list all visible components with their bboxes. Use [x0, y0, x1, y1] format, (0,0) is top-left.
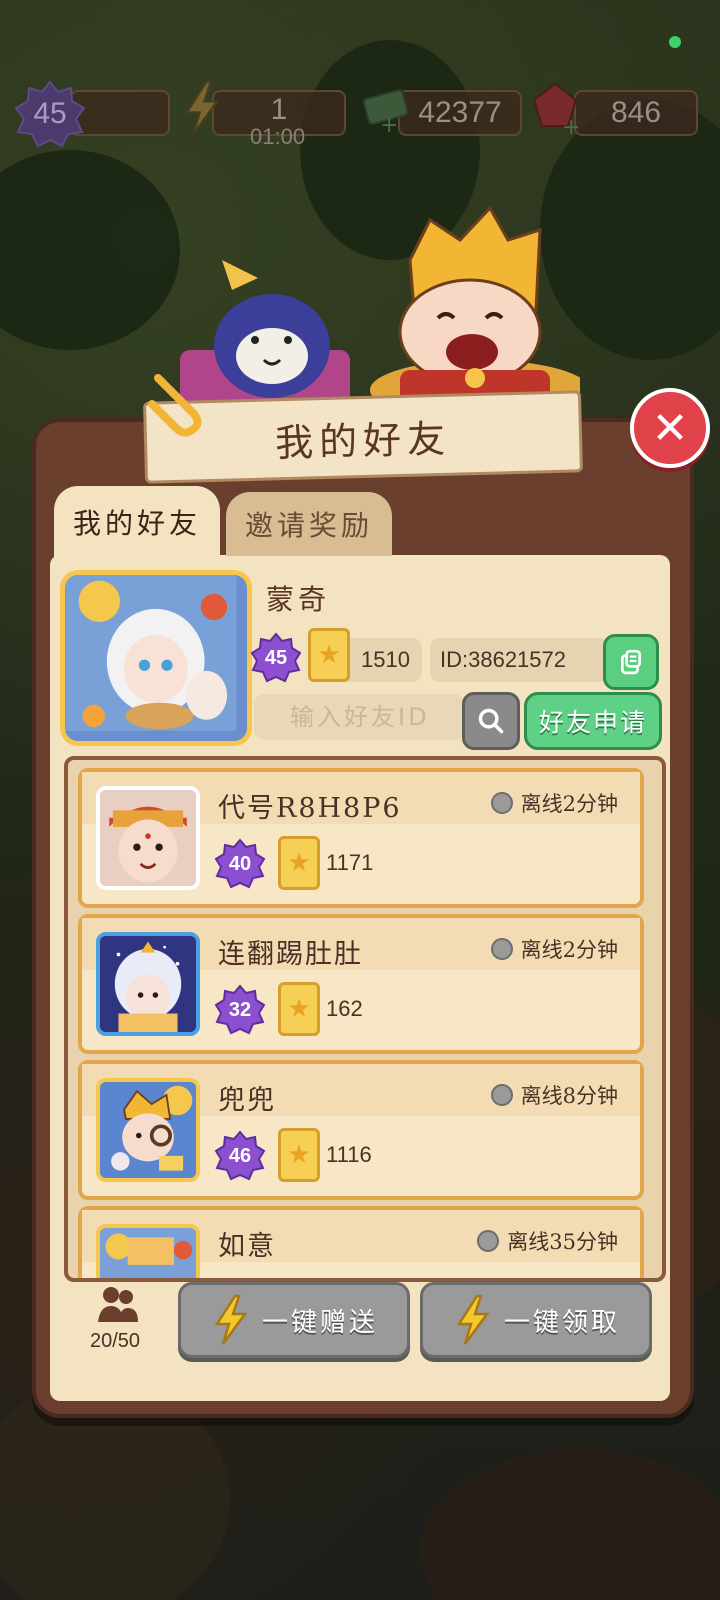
player-level-badge[interactable]: 45	[14, 78, 86, 150]
lightning-bolt-icon	[214, 1294, 248, 1345]
ruby-gem-icon: +	[528, 80, 582, 140]
energy-count: 1	[270, 93, 288, 126]
friend-avatar[interactable]	[96, 1078, 200, 1182]
claim-all-button[interactable]: 一键领取	[420, 1282, 652, 1358]
search-icon	[478, 708, 504, 734]
gem-amount: 846	[610, 96, 662, 129]
star-card-icon: ★	[278, 836, 320, 890]
self-score: 1510	[361, 647, 410, 672]
mid-autumn-avatar-illustration	[100, 1228, 196, 1278]
friend-status: 离线35分钟	[477, 1226, 618, 1256]
self-id-pill: ID:38621572	[430, 638, 608, 682]
friend-status: 离线2分钟	[490, 788, 618, 818]
claim-all-label: 一键领取	[503, 1307, 620, 1338]
friend-count: 20/50	[90, 1330, 141, 1352]
friend-score: 1116	[326, 1142, 372, 1167]
friend-status: 离线2分钟	[490, 934, 618, 964]
friend-list-item[interactable]: 如意 离线35分钟	[78, 1206, 644, 1278]
friend-name: 兜兜	[218, 1085, 276, 1116]
energy-timer: 01:00	[250, 124, 306, 149]
svg-text:+: +	[562, 115, 580, 134]
friends-people-icon	[96, 1284, 140, 1324]
gift-all-label: 一键赠送	[261, 1307, 378, 1338]
star-card-icon: ★	[278, 1128, 320, 1182]
friend-level-badge: 46	[214, 1130, 266, 1182]
gem-pill[interactable]: 846	[574, 90, 698, 136]
cash-amount: 42377	[418, 96, 502, 129]
friend-requests-button[interactable]: 好友申请	[524, 692, 662, 750]
night-princess-avatar-illustration	[100, 936, 196, 1032]
copy-icon	[620, 649, 642, 675]
friend-status-text: 离线2分钟	[520, 792, 618, 816]
friend-level: 32	[228, 998, 252, 1021]
online-indicator	[669, 36, 681, 48]
detective-avatar-illustration	[100, 1082, 196, 1178]
self-level: 45	[264, 646, 288, 669]
cash-icon: +	[362, 84, 412, 138]
friend-status-text: 离线35分钟	[507, 1230, 618, 1254]
friend-requests-label: 好友申请	[538, 708, 647, 737]
friend-status-text: 离线8分钟	[520, 1084, 618, 1108]
warrior-avatar-illustration	[100, 790, 196, 886]
gift-all-button[interactable]: 一键赠送	[178, 1282, 410, 1358]
friend-avatar[interactable]	[96, 786, 200, 890]
friend-level: 46	[228, 1144, 252, 1167]
mid-autumn-avatar-illustration	[65, 575, 237, 731]
offline-dot-icon	[490, 792, 513, 814]
cash-pill[interactable]: 42377	[398, 90, 522, 136]
friend-list-item[interactable]: 连翻踢肚肚 离线2分钟 32 ★ 162	[78, 914, 644, 1054]
energy-bolt-icon	[178, 80, 226, 136]
yellow-hat-boy-character-illustration	[340, 200, 590, 420]
friend-name: 如意	[218, 1231, 276, 1262]
star-card-icon: ★	[308, 628, 350, 682]
self-avatar[interactable]	[60, 570, 252, 746]
lightning-bolt-icon	[456, 1294, 490, 1345]
svg-text:+: +	[380, 113, 398, 134]
friend-score: 1171	[326, 850, 374, 875]
friend-status-text: 离线2分钟	[520, 938, 618, 962]
paperclip-icon	[144, 368, 204, 440]
tab-my-friends-label: 我的好友	[72, 507, 201, 540]
offline-dot-icon	[490, 1084, 513, 1106]
friend-level-badge: 32	[214, 984, 266, 1036]
friend-avatar[interactable]	[96, 1224, 200, 1278]
dialog-title-banner: 我的好友	[143, 390, 583, 484]
offline-dot-icon	[490, 938, 513, 960]
friend-name: 连翻踢肚肚	[218, 939, 363, 970]
friend-name: 代号R8H8P6	[218, 793, 402, 824]
friend-level: 40	[228, 852, 252, 875]
player-level: 45	[33, 97, 67, 130]
copy-id-button[interactable]	[603, 634, 659, 690]
dialog-title: 我的好友	[274, 416, 452, 465]
close-button[interactable]: ✕	[630, 388, 710, 468]
search-button[interactable]	[462, 692, 520, 750]
friend-list-item[interactable]: 兜兜 离线8分钟 46 ★ 1116	[78, 1060, 644, 1200]
friend-id-search-input[interactable]	[254, 694, 464, 740]
star-card-icon: ★	[278, 982, 320, 1036]
friend-avatar[interactable]	[96, 932, 200, 1036]
offline-dot-icon	[477, 1230, 500, 1252]
self-name: 蒙奇	[266, 583, 331, 616]
tab-my-friends[interactable]: 我的好友	[54, 486, 220, 558]
friend-list[interactable]: 代号R8H8P6 离线2分钟 40 ★ 1171 连翻踢肚肚 离线2分钟 32	[64, 756, 666, 1282]
friend-list-item[interactable]: 代号R8H8P6 离线2分钟 40 ★ 1171	[78, 768, 644, 908]
self-id: ID:38621572	[440, 647, 566, 672]
tab-invite-rewards-label: 邀请奖励	[244, 509, 373, 542]
friend-level-badge: 40	[214, 838, 266, 890]
self-level-badge: 45	[250, 632, 302, 684]
friend-score: 162	[326, 996, 363, 1021]
friend-status: 离线8分钟	[490, 1080, 618, 1110]
close-icon: ✕	[651, 402, 689, 454]
tab-invite-rewards[interactable]: 邀请奖励	[226, 492, 392, 556]
